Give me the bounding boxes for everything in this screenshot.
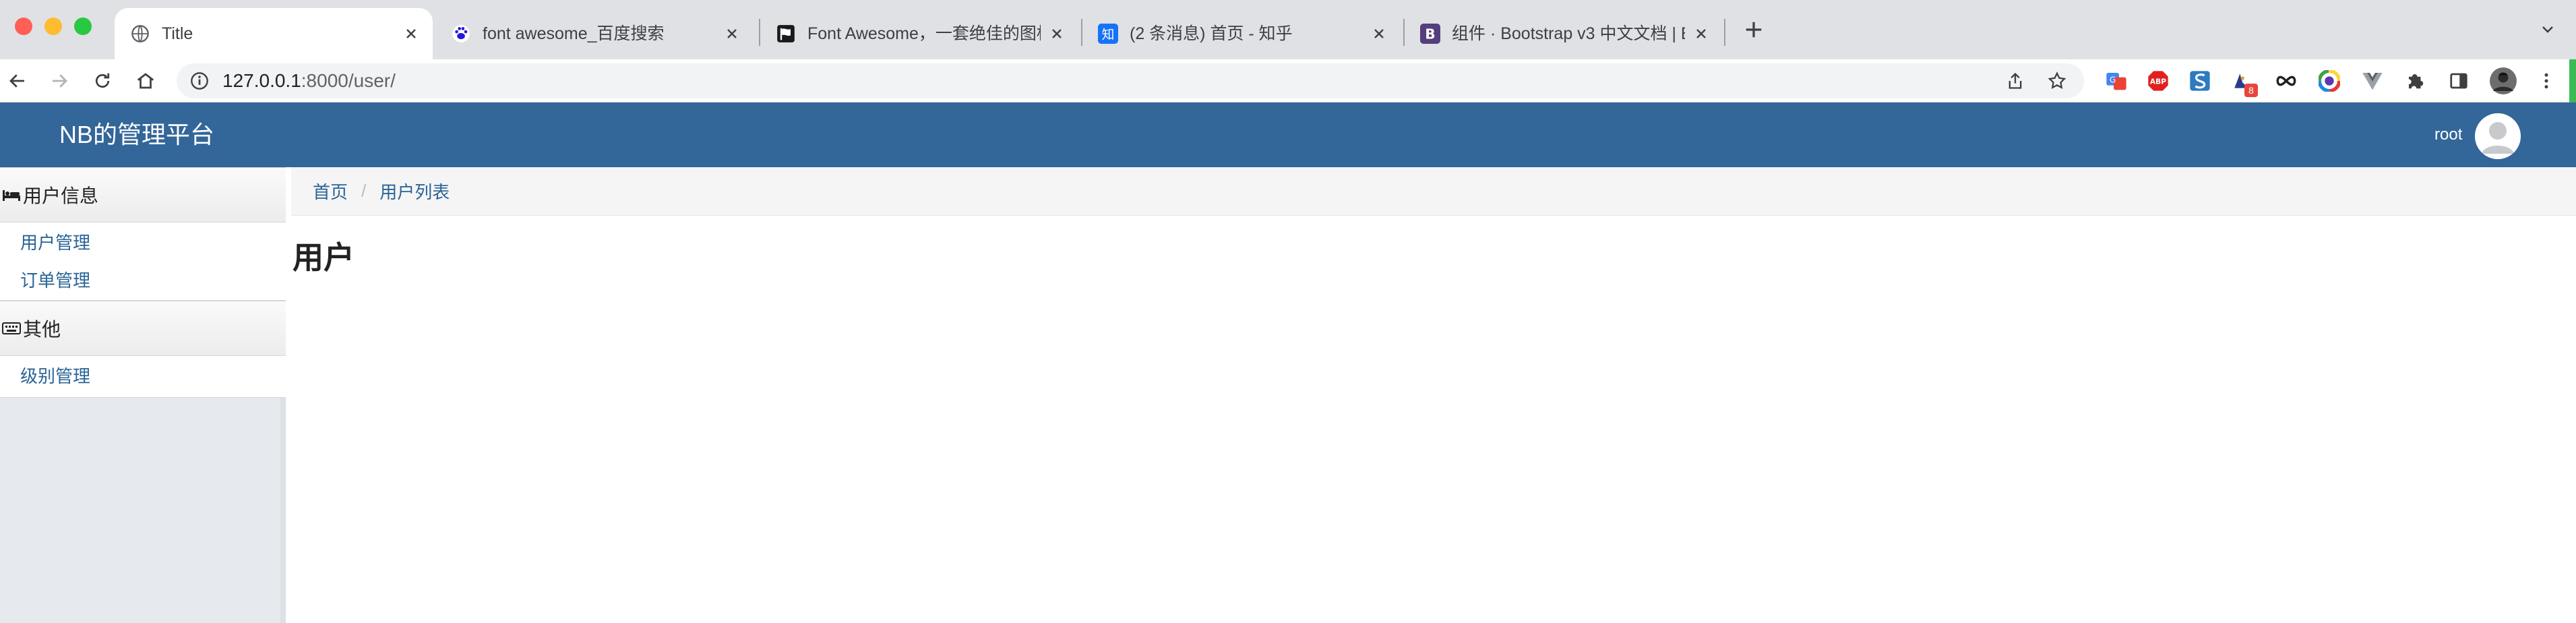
tab-font-awesome[interactable]: Font Awesome，一套绝佳的图标 (760, 8, 1081, 59)
menu-group-other[interactable]: 其他 (0, 301, 286, 356)
tab-baidu-search[interactable]: font awesome_百度搜索 (435, 8, 758, 59)
bootstrap-icon: B (1419, 23, 1441, 44)
s-extension-icon[interactable] (2186, 67, 2213, 94)
url-text: 127.0.0.1:8000/user/ (222, 63, 396, 98)
address-bar[interactable]: 127.0.0.1:8000/user/ (177, 63, 2084, 98)
close-tab-icon[interactable] (1368, 23, 1390, 44)
close-tab-icon[interactable] (1046, 23, 1068, 44)
vuejs-icon[interactable] (2359, 67, 2386, 94)
tab-separator (1724, 19, 1725, 46)
browser-window: Title font awesome_百度搜索 Font Awesome，一套绝… (0, 0, 2576, 623)
kebab-menu-icon[interactable] (2533, 67, 2560, 94)
baidu-paw-icon (450, 23, 472, 44)
bookmark-star-icon[interactable] (2045, 69, 2069, 93)
extension-badge: 8 (2244, 84, 2258, 97)
font-awesome-flag-icon (775, 23, 797, 44)
sidebar-item-level-management[interactable]: 级别管理 (0, 357, 286, 395)
sidebar-item-order-management[interactable]: 订单管理 (0, 262, 286, 299)
brand-title[interactable]: NB的管理平台 (59, 102, 214, 167)
tab-bootstrap[interactable]: B 组件 · Bootstrap v3 中文文档 | B (1405, 8, 1725, 59)
tab-label: Title (162, 24, 193, 43)
new-tab-button[interactable] (1739, 15, 1769, 44)
menu-group-items: 级别管理 (0, 356, 286, 398)
breadcrumb-home[interactable]: 首页 (313, 179, 348, 204)
sidebar-item-user-management[interactable]: 用户管理 (0, 224, 286, 262)
sidebar: 用户信息 用户管理 订单管理 其他 级别管理 (0, 167, 286, 623)
tab-label: (2 条消息) 首页 - 知乎 (1130, 24, 1293, 43)
user-avatar-icon (2475, 113, 2521, 159)
svg-text:知: 知 (1102, 28, 1115, 42)
tab-strip: Title font awesome_百度搜索 Font Awesome，一套绝… (0, 0, 2576, 59)
menu-group-title: 用户信息 (23, 185, 99, 206)
reload-button[interactable] (88, 66, 117, 96)
tab-zhihu[interactable]: 知 (2 条消息) 首页 - 知乎 (1082, 8, 1405, 59)
bed-icon (1, 185, 22, 205)
breadcrumb-separator: / (361, 181, 367, 201)
tab-title[interactable]: Title (115, 8, 433, 59)
svg-text:ABP: ABP (2150, 78, 2166, 86)
globe-icon (129, 23, 151, 44)
back-button[interactable] (3, 66, 32, 96)
menu-group-title: 其他 (23, 319, 61, 340)
maximize-window-button[interactable] (74, 18, 92, 35)
breadcrumb: 首页 / 用户列表 (291, 167, 2576, 216)
url-host: 127.0.0.1 (222, 70, 301, 91)
site-info-icon[interactable] (189, 70, 210, 92)
menu-group-items: 用户管理 订单管理 (0, 222, 286, 301)
app-header: NB的管理平台 root (0, 102, 2576, 167)
close-tab-icon[interactable] (721, 23, 743, 44)
translate-icon[interactable]: G (2103, 67, 2130, 94)
sidepanel-icon[interactable] (2445, 67, 2472, 94)
svg-text:B: B (1425, 26, 1435, 42)
svg-text:G: G (2110, 76, 2116, 85)
menu-group-user-info[interactable]: 用户信息 (0, 167, 286, 222)
user-name[interactable]: root (2434, 102, 2462, 167)
share-icon[interactable] (2003, 69, 2027, 93)
adblock-icon[interactable]: ABP (2145, 67, 2172, 94)
page-title: 用户 (293, 240, 355, 275)
minimize-window-button[interactable] (44, 18, 62, 35)
color-wheel-icon[interactable] (2316, 67, 2343, 94)
home-button[interactable] (131, 66, 160, 96)
witch-extension-icon[interactable]: 8 (2228, 67, 2258, 97)
profile-avatar-icon[interactable] (2490, 67, 2517, 94)
avatar[interactable] (2475, 113, 2521, 159)
puzzle-icon[interactable] (2402, 67, 2429, 94)
chevron-down-icon[interactable] (2534, 16, 2561, 43)
keyboard-icon (1, 318, 22, 338)
close-window-button[interactable] (15, 18, 32, 35)
close-tab-icon[interactable] (1690, 23, 1712, 44)
tab-label: font awesome_百度搜索 (483, 24, 665, 43)
tab-label: Font Awesome，一套绝佳的图标 (807, 24, 1041, 43)
tab-label: 组件 · Bootstrap v3 中文文档 | B (1452, 24, 1685, 43)
infinity-icon[interactable] (2273, 67, 2300, 94)
url-path: :8000/user/ (301, 70, 396, 91)
forward-button[interactable] (44, 66, 74, 96)
zhihu-icon: 知 (1097, 23, 1119, 44)
browser-toolbar: 127.0.0.1:8000/user/ G ABP 8 (0, 59, 2576, 102)
close-tab-icon[interactable] (400, 23, 422, 44)
breadcrumb-user-list[interactable]: 用户列表 (379, 179, 450, 204)
